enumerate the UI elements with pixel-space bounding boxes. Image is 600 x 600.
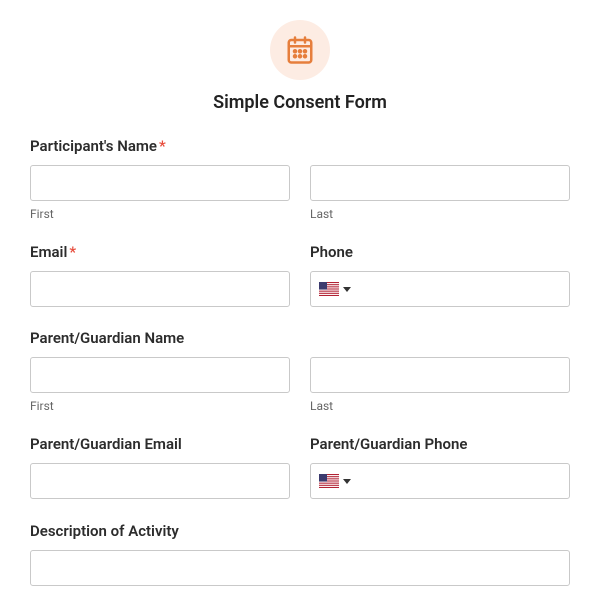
guardian-phone-input[interactable] bbox=[310, 463, 570, 499]
participant-name-label: Participant's Name* bbox=[30, 137, 570, 155]
required-asterisk: * bbox=[159, 137, 166, 155]
guardian-email-label: Parent/Guardian Email bbox=[30, 435, 290, 453]
participant-last-name-input[interactable] bbox=[310, 165, 570, 201]
description-label: Description of Activity bbox=[30, 522, 179, 540]
form-title: Simple Consent Form bbox=[30, 92, 570, 113]
participant-name-group: Participant's Name* First Last bbox=[30, 137, 570, 221]
form-icon-container bbox=[270, 20, 330, 80]
guardian-contact-group: Parent/Guardian Email Parent/Guardian Ph… bbox=[30, 435, 570, 499]
guardian-name-label: Parent/Guardian Name bbox=[30, 329, 570, 347]
guardian-first-name-input[interactable] bbox=[30, 357, 290, 393]
us-flag-icon bbox=[319, 282, 339, 296]
description-group: Description of Activity bbox=[30, 521, 570, 586]
chevron-down-icon bbox=[343, 287, 351, 292]
guardian-phone-label: Parent/Guardian Phone bbox=[310, 435, 570, 453]
guardian-name-group: Parent/Guardian Name First Last bbox=[30, 329, 570, 413]
calendar-icon bbox=[285, 35, 315, 65]
guardian-country-selector[interactable] bbox=[319, 474, 351, 488]
participant-first-name-input[interactable] bbox=[30, 165, 290, 201]
email-label: Email* bbox=[30, 243, 290, 261]
last-name-sublabel: Last bbox=[310, 207, 570, 221]
description-input[interactable] bbox=[30, 550, 570, 586]
contact-group: Email* Phone bbox=[30, 243, 570, 307]
required-asterisk: * bbox=[69, 243, 76, 261]
guardian-first-sublabel: First bbox=[30, 399, 290, 413]
phone-label: Phone bbox=[310, 243, 570, 261]
email-input[interactable] bbox=[30, 271, 290, 307]
country-selector[interactable] bbox=[319, 282, 351, 296]
guardian-last-name-input[interactable] bbox=[310, 357, 570, 393]
phone-input[interactable] bbox=[310, 271, 570, 307]
guardian-last-sublabel: Last bbox=[310, 399, 570, 413]
chevron-down-icon bbox=[343, 479, 351, 484]
first-name-sublabel: First bbox=[30, 207, 290, 221]
guardian-email-input[interactable] bbox=[30, 463, 290, 499]
us-flag-icon bbox=[319, 474, 339, 488]
